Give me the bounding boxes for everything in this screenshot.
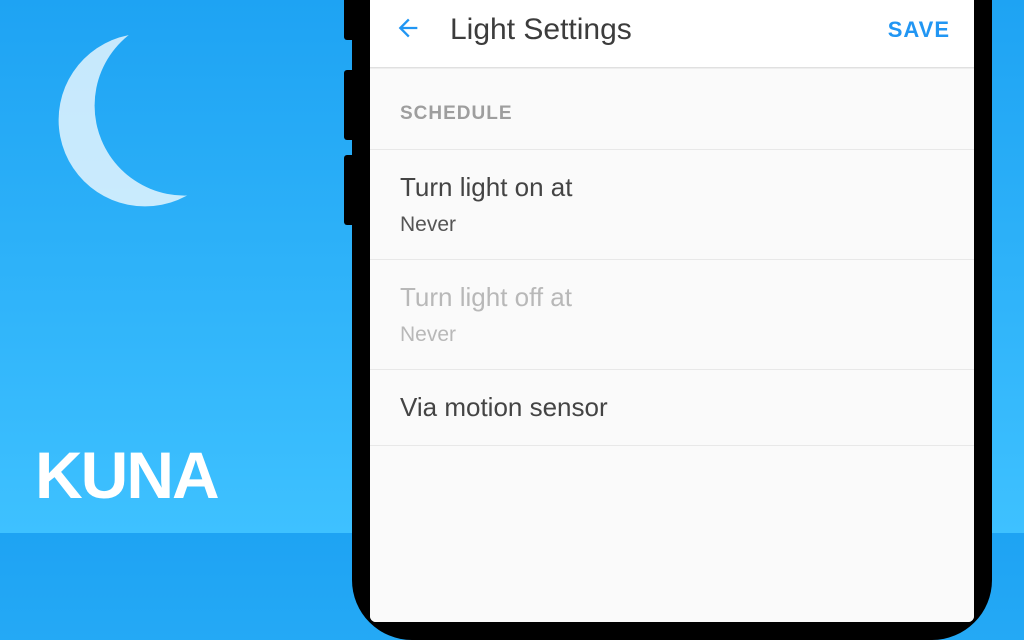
back-arrow-icon[interactable]: [394, 14, 422, 47]
content-area: SCHEDULE Turn light on at Never Turn lig…: [370, 68, 974, 622]
page-title: Light Settings: [450, 13, 888, 47]
row-label: Turn light on at: [400, 172, 944, 203]
save-button[interactable]: SAVE: [888, 17, 950, 43]
row-turn-light-on[interactable]: Turn light on at Never: [370, 149, 974, 260]
row-via-motion-sensor[interactable]: Via motion sensor: [370, 370, 974, 446]
row-label: Turn light off at: [400, 282, 944, 313]
phone-frame: ●●●●● 12:00 AM 100% Light Settings SAVE …: [352, 0, 992, 640]
brand-logo: KUNA: [35, 437, 218, 513]
row-turn-light-off[interactable]: Turn light off at Never: [370, 260, 974, 370]
row-label: Via motion sensor: [400, 392, 944, 423]
moon-icon: [55, 30, 235, 210]
nav-bar: Light Settings SAVE: [370, 0, 974, 68]
row-value: Never: [400, 323, 944, 347]
phone-screen: ●●●●● 12:00 AM 100% Light Settings SAVE …: [370, 0, 974, 622]
phone-side-button: [344, 155, 352, 225]
phone-side-button: [344, 70, 352, 140]
section-header-schedule: SCHEDULE: [370, 69, 974, 149]
phone-side-button: [344, 0, 352, 40]
row-value: Never: [400, 213, 944, 237]
